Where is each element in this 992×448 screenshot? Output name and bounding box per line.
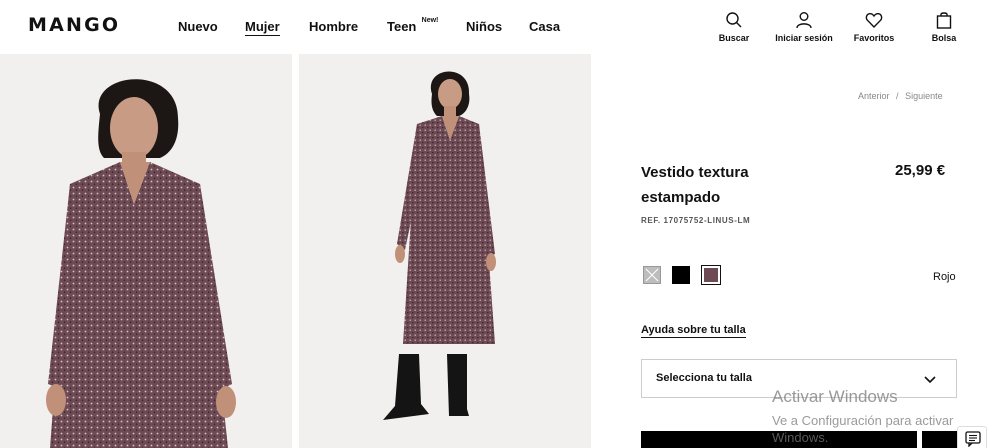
favorites-button[interactable]: Favoritos — [839, 11, 909, 43]
search-button[interactable]: Buscar — [699, 11, 769, 43]
bag-button[interactable]: Bolsa — [909, 11, 979, 43]
color-swatch-red-selected[interactable] — [701, 265, 721, 285]
site-header: MANGO Nuevo Mujer Hombre Teen New! Niños… — [0, 0, 992, 54]
new-badge: New! — [421, 17, 439, 24]
nav-item-ninos[interactable]: Niños — [466, 19, 502, 34]
windows-activation-subtitle-1: Ve a Configuración para activar — [772, 413, 954, 428]
product-pagination: Anterior / Siguiente — [858, 91, 943, 101]
model-closeup-illustration — [46, 79, 236, 448]
previous-link[interactable]: Anterior — [858, 91, 890, 101]
color-swatch-gray-unavailable[interactable] — [643, 266, 661, 284]
size-select-label: Selecciona tu talla — [656, 372, 752, 384]
chat-icon — [965, 431, 981, 447]
chat-button[interactable] — [957, 426, 987, 448]
nav-item-mujer[interactable]: Mujer — [245, 19, 280, 36]
color-swatch-black[interactable] — [672, 266, 690, 284]
nav-item-teen[interactable]: Teen New! — [387, 17, 438, 34]
heart-icon — [865, 12, 883, 29]
bag-icon — [936, 12, 952, 29]
add-to-bag-button[interactable] — [641, 431, 917, 448]
login-button[interactable]: Iniciar sesión — [769, 11, 839, 43]
nav-item-hombre[interactable]: Hombre — [309, 19, 358, 34]
product-price: 25,99 € — [895, 162, 946, 179]
pagination-separator: / — [896, 91, 899, 101]
selected-color-name: Rojo — [933, 271, 956, 283]
user-icon — [796, 12, 812, 29]
product-photo-closeup[interactable] — [0, 54, 292, 448]
bag-label: Bolsa — [931, 33, 957, 43]
unavailable-cross-icon — [645, 268, 659, 282]
add-to-favorites-button[interactable] — [922, 431, 957, 448]
size-help-link[interactable]: Ayuda sobre tu talla — [641, 324, 746, 338]
favorites-label: Favoritos — [853, 33, 895, 43]
product-photo-fullbody[interactable] — [299, 54, 591, 448]
search-icon — [726, 12, 742, 28]
nav-item-nuevo[interactable]: Nuevo — [178, 19, 218, 34]
product-reference: REF. 17075752-LINUS-LM — [641, 216, 751, 225]
model-fullbody-illustration — [383, 71, 496, 420]
nav-item-teen-label: Teen — [387, 19, 417, 34]
color-swatch-fill — [704, 268, 718, 282]
chevron-down-icon — [924, 376, 936, 384]
login-label: Iniciar sesión — [775, 33, 833, 43]
size-select[interactable]: Selecciona tu talla — [641, 359, 957, 398]
next-link[interactable]: Siguiente — [905, 91, 943, 101]
mango-logo[interactable]: MANGO — [28, 14, 120, 36]
product-title: Vestido textura estampado — [641, 164, 749, 206]
nav-item-casa[interactable]: Casa — [529, 19, 560, 34]
search-label: Buscar — [718, 33, 750, 43]
